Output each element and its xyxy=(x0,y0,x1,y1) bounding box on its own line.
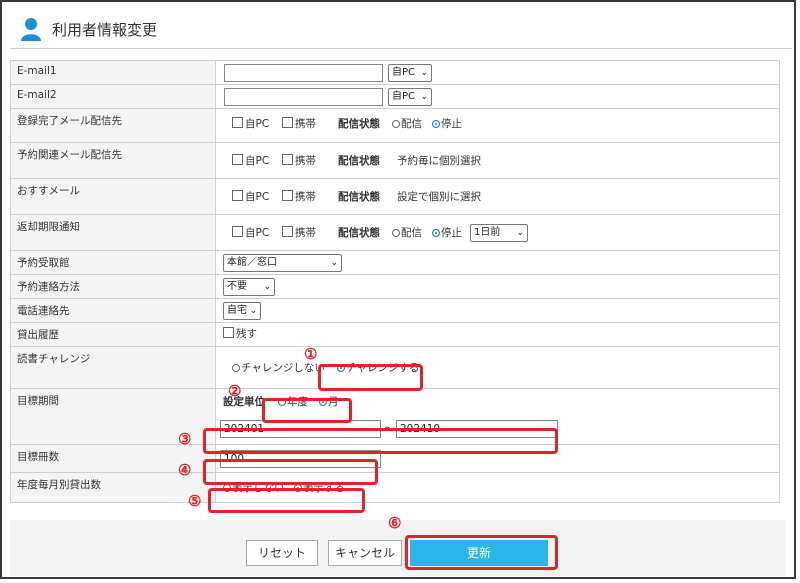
highlight-box-1 xyxy=(318,364,423,391)
highlight-box-4 xyxy=(203,459,378,485)
row-label: 読書チャレンジ xyxy=(10,346,216,389)
row-label: 予約連絡方法 xyxy=(10,274,216,299)
row-contact-method: 予約連絡方法 不要 ⌄ xyxy=(10,274,780,299)
due-notice-mobile-checkbox[interactable]: 携帯 xyxy=(282,226,316,240)
highlight-box-3 xyxy=(203,428,558,454)
due-notice-pc-checkbox[interactable]: 自PC xyxy=(232,226,269,240)
due-notice-stop-radio[interactable]: 停止 xyxy=(432,226,462,240)
highlight-box-5 xyxy=(208,488,365,513)
due-notice-days-select[interactable]: 1日前 ⌄ xyxy=(470,224,528,242)
row-label: E-mail2 xyxy=(10,84,216,109)
row-phone: 電話連絡先 自宅 ⌄ xyxy=(10,298,780,323)
due-notice-status-label: 配信状態 xyxy=(338,227,380,239)
marker-2: ② xyxy=(228,382,242,400)
row-label: 返却期限通知 xyxy=(10,214,216,251)
rec-mail-status-label: 配信状態 xyxy=(338,191,380,203)
due-notice-deliver-radio[interactable]: 配信 xyxy=(392,226,422,240)
chevron-down-icon: ⌄ xyxy=(263,282,271,292)
reset-button[interactable]: リセット xyxy=(246,540,318,566)
rsv-mail-status-label: 配信状態 xyxy=(338,155,380,167)
page-title: 利用者情報変更 xyxy=(52,21,158,39)
reg-mail-status-label: 配信状態 xyxy=(338,118,380,130)
rec-mail-pc-checkbox[interactable]: 自PC xyxy=(232,190,269,204)
email1-input[interactable] xyxy=(224,64,383,82)
marker-1: ① xyxy=(304,345,318,363)
rec-mail-mobile-checkbox[interactable]: 携帯 xyxy=(282,190,316,204)
highlight-box-2 xyxy=(262,398,352,423)
row-rsv-mail: 予約関連メール配信先 自PC 携帯 配信状態 予約毎に個別選択 xyxy=(10,142,780,179)
chevron-down-icon: ⌄ xyxy=(516,228,524,238)
challenge-no-radio[interactable]: チャレンジしない xyxy=(232,361,325,375)
marker-6: ⑥ xyxy=(388,514,402,532)
row-label: 登録完了メール配信先 xyxy=(10,108,216,143)
row-reg-mail: 登録完了メール配信先 自PC 携帯 配信状態 配信 停止 xyxy=(10,108,780,143)
chevron-down-icon: ⌄ xyxy=(330,258,338,268)
row-monthly: 年度毎月別貸出数 表示しない 表示する xyxy=(10,472,780,503)
row-email2: E-mail2 自PC ⌄ xyxy=(10,84,780,109)
row-label: E-mail1 xyxy=(10,60,216,85)
row-label: 電話連絡先 xyxy=(10,298,216,323)
email2-input[interactable] xyxy=(224,88,383,106)
email1-type-select[interactable]: 自PC ⌄ xyxy=(388,64,432,82)
cancel-button[interactable]: キャンセル xyxy=(328,540,402,566)
contact-method-select[interactable]: 不要 ⌄ xyxy=(223,278,275,296)
marker-4: ④ xyxy=(178,461,192,479)
email2-type-select[interactable]: 自PC ⌄ xyxy=(388,88,432,106)
rsv-mail-status-text: 予約毎に個別選択 xyxy=(397,155,481,167)
row-email1: E-mail1 自PC ⌄ xyxy=(10,60,780,85)
reg-mail-stop-radio[interactable]: 停止 xyxy=(432,117,462,131)
row-rec-mail: おすすメール 自PC 携帯 配信状態 設定で個別に選択 xyxy=(10,178,780,215)
highlight-box-6 xyxy=(405,535,558,570)
chevron-down-icon: ⌄ xyxy=(420,92,428,102)
chevron-down-icon: ⌄ xyxy=(420,68,428,78)
row-pickup: 予約受取館 本館／窓口 ⌄ xyxy=(10,250,780,275)
row-label: おすすメール xyxy=(10,178,216,215)
rsv-mail-pc-checkbox[interactable]: 自PC xyxy=(232,154,269,168)
marker-3: ③ xyxy=(178,430,192,448)
page-header: 利用者情報変更 xyxy=(10,8,792,49)
reg-mail-mobile-checkbox[interactable]: 携帯 xyxy=(282,117,316,131)
user-icon xyxy=(21,18,41,41)
row-label: 予約受取館 xyxy=(10,250,216,275)
pickup-select[interactable]: 本館／窓口 ⌄ xyxy=(223,254,342,272)
row-due-notice: 返却期限通知 自PC 携帯 配信状態 配信 停止 1日前 ⌄ xyxy=(10,214,780,251)
reg-mail-deliver-radio[interactable]: 配信 xyxy=(392,117,422,131)
marker-5: ⑤ xyxy=(188,492,202,510)
reg-mail-pc-checkbox[interactable]: 自PC xyxy=(232,117,269,131)
history-keep-checkbox[interactable]: 残す xyxy=(223,327,257,341)
phone-select[interactable]: 自宅 ⌄ xyxy=(223,302,261,320)
rec-mail-status-text: 設定で個別に選択 xyxy=(397,191,481,203)
row-label: 予約関連メール配信先 xyxy=(10,142,216,179)
rsv-mail-mobile-checkbox[interactable]: 携帯 xyxy=(282,154,316,168)
row-history: 貸出履歴 残す xyxy=(10,322,780,347)
chevron-down-icon: ⌄ xyxy=(249,306,257,316)
row-label: 貸出履歴 xyxy=(10,322,216,347)
